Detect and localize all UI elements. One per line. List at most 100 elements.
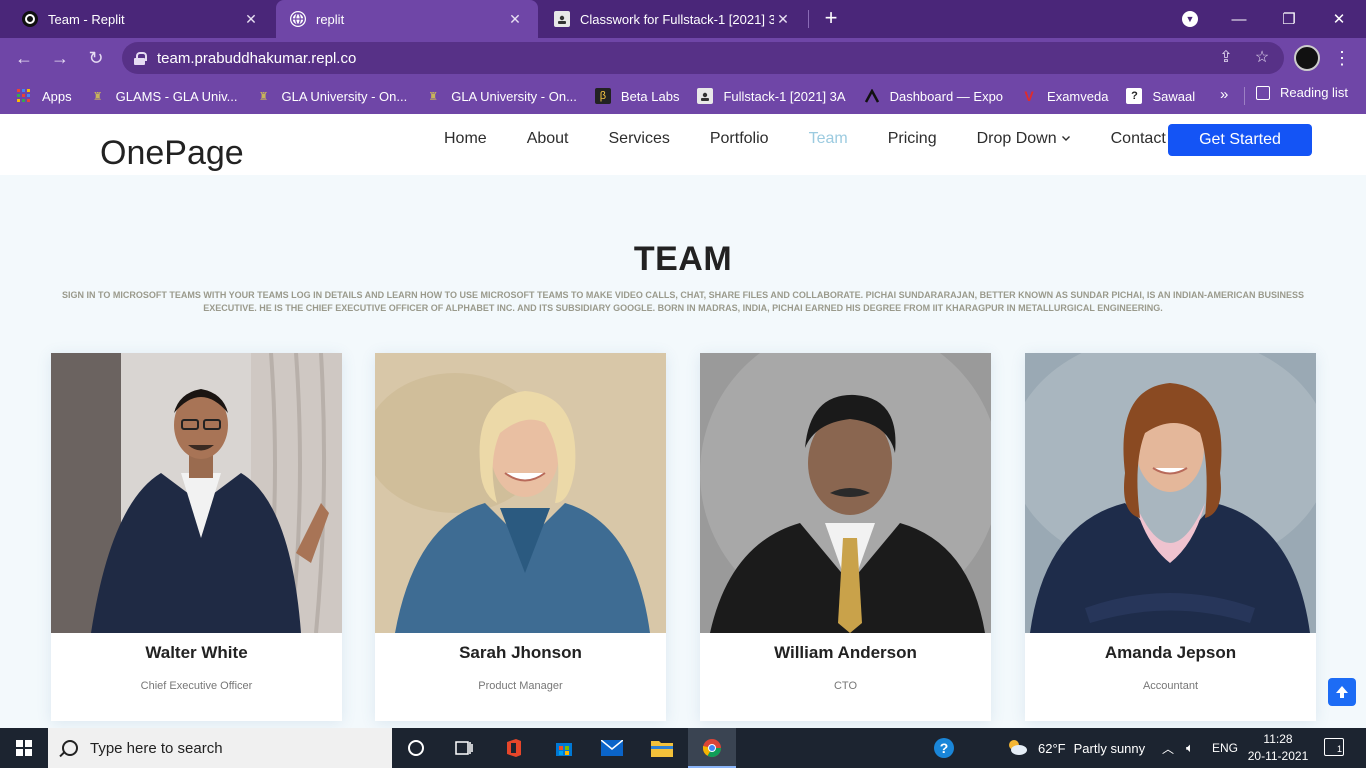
globe-icon bbox=[290, 11, 306, 27]
nav-dropdown[interactable]: Drop Down bbox=[977, 130, 1071, 148]
expo-icon bbox=[864, 88, 880, 104]
nav-contact[interactable]: Contact bbox=[1111, 130, 1166, 148]
sawaal-icon: ? bbox=[1126, 88, 1143, 104]
member-role: Product Manager bbox=[478, 680, 563, 692]
bookmarks-bar: Apps ♜ GLAMS - GLA Univ... ♜ GLA Univers… bbox=[0, 78, 1366, 114]
bookmark-label: Beta Labs bbox=[620, 88, 680, 104]
member-role: CTO bbox=[833, 680, 858, 692]
nav-pricing[interactable]: Pricing bbox=[888, 130, 937, 148]
start-button[interactable] bbox=[0, 728, 48, 768]
restore-icon[interactable]: ❐ bbox=[1264, 0, 1314, 38]
task-view-icon[interactable] bbox=[450, 734, 478, 762]
bookmark-beta-labs[interactable]: β Beta Labs bbox=[594, 88, 680, 104]
tab-title: Classwork for Fullstack-1 [2021] 3 bbox=[580, 11, 774, 27]
bookmark-label: GLA University - On... bbox=[451, 88, 577, 104]
classroom-icon bbox=[697, 88, 714, 104]
team-member-card: Amanda Jepson Accountant bbox=[1025, 353, 1316, 721]
taskbar-search[interactable]: Type here to search bbox=[48, 728, 392, 768]
nav-team[interactable]: Team bbox=[809, 130, 848, 148]
bookmark-apps[interactable]: Apps bbox=[16, 88, 72, 104]
classroom-favicon-icon bbox=[554, 11, 570, 27]
gla-logo-icon: ♜ bbox=[428, 90, 439, 103]
arrow-up-icon bbox=[1336, 686, 1348, 698]
bookmarks-separator bbox=[1244, 87, 1245, 105]
nav-home[interactable]: Home bbox=[444, 130, 487, 148]
chrome-icon[interactable] bbox=[698, 734, 726, 762]
section-description: SIGN IN TO MICROSOFT TEAMS WITH YOUR TEA… bbox=[61, 290, 1305, 313]
more-menu-icon[interactable]: ⋮ bbox=[1330, 44, 1354, 72]
weather-temp: 62°F bbox=[1038, 740, 1066, 756]
close-tab-icon[interactable]: ✕ bbox=[506, 11, 524, 28]
taskbar-search-placeholder: Type here to search bbox=[90, 739, 223, 757]
file-explorer-icon[interactable] bbox=[648, 734, 676, 762]
get-started-button[interactable]: Get Started bbox=[1168, 124, 1312, 156]
close-tab-icon[interactable]: ✕ bbox=[774, 11, 792, 28]
chevron-down-icon bbox=[1061, 130, 1071, 148]
back-to-top-button[interactable] bbox=[1328, 678, 1356, 706]
team-member-card: Sarah Jhonson Product Manager bbox=[375, 353, 666, 721]
tab-search-icon[interactable]: ▼ bbox=[1182, 11, 1198, 27]
browser-toolbar: ← → ↻ team.prabuddhakumar.repl.co ⇪ ☆ ⋮ bbox=[0, 38, 1366, 78]
team-member-card: William Anderson CTO bbox=[700, 353, 991, 721]
system-clock[interactable]: 11:28 20-11-2021 bbox=[1236, 731, 1320, 765]
microsoft-store-icon[interactable] bbox=[550, 734, 578, 762]
address-bar[interactable]: team.prabuddhakumar.repl.co bbox=[122, 42, 1284, 74]
more-bookmarks-icon[interactable]: » bbox=[1220, 86, 1228, 103]
bookmark-gla-1[interactable]: ♜ GLA University - On... bbox=[256, 88, 408, 104]
mail-icon[interactable] bbox=[598, 734, 626, 762]
bookmark-gla-2[interactable]: ♜ GLA University - On... bbox=[425, 88, 577, 104]
notifications-icon[interactable]: 1 bbox=[1324, 738, 1344, 756]
reading-list-button[interactable]: Reading list bbox=[1256, 85, 1348, 100]
replit-favicon-icon bbox=[22, 11, 38, 27]
bookmark-label: Examveda bbox=[1047, 88, 1109, 104]
url-text[interactable]: team.prabuddhakumar.repl.co bbox=[157, 50, 356, 67]
bookmark-glams[interactable]: ♜ GLAMS - GLA Univ... bbox=[90, 88, 238, 104]
nav-services[interactable]: Services bbox=[609, 130, 670, 148]
back-arrow-icon[interactable]: ← bbox=[10, 44, 38, 72]
bookmark-label: GLA University - On... bbox=[281, 88, 408, 104]
bookmark-fullstack[interactable]: Fullstack-1 [2021] 3A bbox=[697, 88, 846, 104]
member-role: Accountant bbox=[1142, 680, 1199, 692]
member-photo bbox=[375, 353, 666, 633]
close-tab-icon[interactable]: ✕ bbox=[242, 11, 260, 28]
member-name: Amanda Jepson bbox=[1104, 643, 1237, 662]
weather-widget[interactable]: 62°F Partly sunny bbox=[1006, 728, 1145, 768]
bookmark-label: Apps bbox=[42, 88, 72, 104]
member-name: Sarah Jhonson bbox=[459, 643, 582, 662]
browser-tab-active[interactable]: replit ✕ bbox=[276, 0, 538, 38]
browser-tab[interactable]: Team - Replit ✕ bbox=[8, 0, 274, 38]
share-icon[interactable]: ⇪ bbox=[1214, 46, 1238, 70]
browser-tab-strip: Team - Replit ✕ replit ✕ Classwork for F… bbox=[0, 0, 1366, 38]
lock-icon[interactable] bbox=[134, 51, 147, 65]
close-window-icon[interactable]: ✕ bbox=[1314, 0, 1364, 38]
office-icon[interactable] bbox=[500, 734, 528, 762]
forward-arrow-icon[interactable]: → bbox=[46, 44, 74, 72]
tab-separator bbox=[808, 10, 809, 28]
bookmark-examveda[interactable]: V Examveda bbox=[1021, 88, 1108, 104]
nav-about[interactable]: About bbox=[527, 130, 569, 148]
nav-portfolio[interactable]: Portfolio bbox=[710, 130, 769, 148]
minimize-icon[interactable]: — bbox=[1214, 0, 1264, 38]
apps-grid-icon bbox=[16, 88, 32, 104]
examveda-icon: V bbox=[1024, 88, 1034, 104]
browser-tab[interactable]: Classwork for Fullstack-1 [2021] 3 ✕ bbox=[540, 0, 806, 38]
profile-avatar[interactable] bbox=[1294, 45, 1320, 71]
member-photo bbox=[700, 353, 991, 633]
show-hidden-icons[interactable]: ︿ bbox=[1162, 728, 1174, 768]
help-icon[interactable]: ? bbox=[930, 734, 958, 762]
site-logo[interactable]: OnePage bbox=[100, 134, 244, 173]
new-tab-button[interactable]: + bbox=[818, 6, 844, 32]
language-indicator[interactable]: ENG bbox=[1212, 728, 1238, 768]
bookmark-sawaal[interactable]: ? Sawaal bbox=[1126, 88, 1195, 104]
windows-logo-icon bbox=[16, 740, 32, 756]
volume-icon[interactable]: 🔈︎ bbox=[1186, 728, 1194, 768]
cortana-icon[interactable] bbox=[402, 734, 430, 762]
reload-icon[interactable]: ↻ bbox=[82, 44, 110, 72]
reading-list-label: Reading list bbox=[1280, 85, 1348, 100]
reading-list-icon bbox=[1256, 85, 1270, 100]
bookmark-star-icon[interactable]: ☆ bbox=[1250, 46, 1274, 70]
clock-time: 11:28 bbox=[1263, 732, 1293, 746]
bookmark-expo[interactable]: Dashboard — Expo bbox=[864, 88, 1003, 104]
search-icon bbox=[62, 740, 78, 756]
gla-logo-icon: ♜ bbox=[258, 90, 269, 103]
